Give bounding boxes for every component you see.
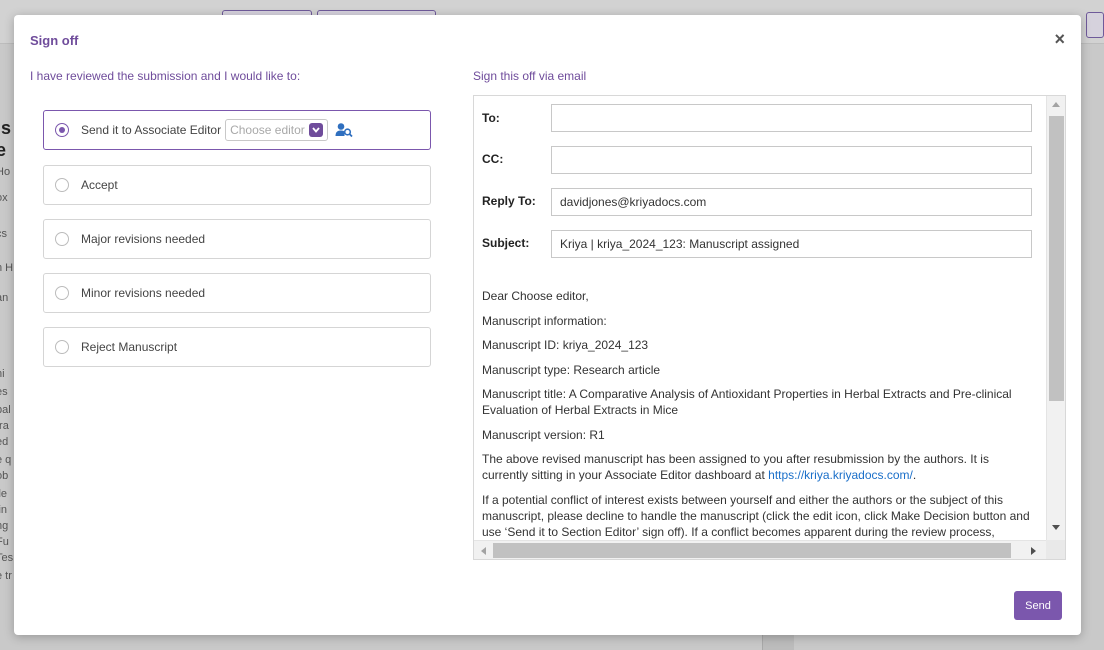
background-text-fragment: es: [0, 386, 8, 398]
background-text-fragment: ob: [0, 470, 9, 482]
scroll-down-icon[interactable]: [1052, 525, 1060, 530]
radio-button[interactable]: [55, 232, 69, 246]
background-text-fragment: ni: [0, 368, 5, 380]
background-text-fragment: ed: [0, 436, 9, 448]
background-left-column: ise Ho ox cs n H an ni es pal tra ed e q ob ile lin ng F…: [0, 44, 14, 650]
option-label: Accept: [81, 178, 118, 192]
close-icon[interactable]: ×: [1054, 30, 1065, 48]
email-heading: Sign this off via email: [473, 69, 587, 83]
background-text-fragment: Tes: [0, 552, 14, 564]
background-text-fragment: Ho: [0, 166, 11, 178]
horizontal-scrollbar[interactable]: [474, 540, 1047, 559]
option-minor-revisions[interactable]: Minor revisions needed: [43, 273, 431, 313]
background-text-fragment: e tr: [0, 570, 12, 582]
subject-field[interactable]: Kriya | kriya_2024_123: Manuscript assig…: [551, 230, 1032, 258]
dashboard-link[interactable]: https://kriya.kriyadocs.com/: [768, 468, 913, 482]
background-text-fragment: lin: [0, 504, 8, 516]
background-text-fragment: e: [0, 140, 7, 160]
email-paragraph-1-end: .: [912, 468, 917, 482]
background-text-fragment: n H: [0, 262, 14, 274]
send-button[interactable]: Send: [1014, 591, 1062, 620]
background-text-fragment: ng: [0, 520, 9, 532]
scroll-right-icon[interactable]: [1031, 547, 1036, 555]
background-text-fragment: pal: [0, 404, 11, 416]
scrollbar-corner: [1046, 540, 1065, 559]
option-send-to-associate-editor[interactable]: Send it to Associate Editor Choose edito…: [43, 110, 431, 150]
background-text-fragment: ile: [0, 488, 8, 500]
option-major-revisions[interactable]: Major revisions needed: [43, 219, 431, 259]
email-paragraph-2: If a potential conflict of interest exis…: [482, 493, 1030, 539]
chevron-down-icon: [309, 123, 324, 137]
email-ms-title: Manuscript title: A Comparative Analysis…: [482, 387, 1012, 417]
radio-button[interactable]: [55, 123, 69, 137]
to-label: To:: [482, 111, 500, 125]
option-label: Major revisions needed: [81, 232, 206, 246]
background-text-fragment: cs: [0, 228, 7, 240]
decision-heading: I have reviewed the submission and I wou…: [30, 69, 301, 83]
sign-off-modal: Sign off × I have reviewed the submissio…: [14, 15, 1081, 635]
scroll-up-icon[interactable]: [1052, 102, 1060, 107]
email-info-heading: Manuscript information:: [482, 314, 607, 328]
email-ms-type: Manuscript type: Research article: [482, 363, 661, 377]
cc-field[interactable]: [551, 146, 1032, 174]
vertical-scroll-thumb[interactable]: [1049, 116, 1064, 401]
vertical-scrollbar[interactable]: [1046, 96, 1065, 541]
email-greeting: Dear Choose editor,: [482, 289, 589, 303]
background-text-fragment: an: [0, 292, 9, 304]
radio-button[interactable]: [55, 178, 69, 192]
choose-editor-placeholder: Choose editor: [230, 123, 305, 137]
horizontal-scroll-thumb[interactable]: [493, 543, 1011, 558]
background-text-fragment: ox: [0, 192, 8, 204]
email-ms-version: Manuscript version: R1: [482, 428, 605, 442]
radio-button[interactable]: [55, 286, 69, 300]
scroll-left-icon[interactable]: [481, 547, 486, 555]
user-search-icon[interactable]: [335, 122, 353, 138]
reply-to-field[interactable]: davidjones@kriyadocs.com: [551, 188, 1032, 216]
option-accept[interactable]: Accept: [43, 165, 431, 205]
option-label: Minor revisions needed: [81, 286, 206, 300]
option-reject[interactable]: Reject Manuscript: [43, 327, 431, 367]
option-label: Reject Manuscript: [81, 340, 178, 354]
background-text-fragment: is: [0, 118, 12, 138]
email-ms-id: Manuscript ID: kriya_2024_123: [482, 338, 649, 352]
subject-label: Subject:: [482, 236, 530, 250]
email-content: To: CC: Reply To: davidjones@kriyadocs.c…: [474, 96, 1047, 541]
to-field[interactable]: [551, 104, 1032, 132]
background-text-fragment: e q: [0, 454, 12, 466]
email-paragraph-1: The above revised manuscript has been as…: [482, 451, 1037, 483]
background-corner-button: [1086, 12, 1104, 38]
radio-button[interactable]: [55, 340, 69, 354]
background-text-fragment: Fu: [0, 536, 9, 548]
background-text-fragment: tra: [0, 420, 9, 432]
modal-title: Sign off: [30, 33, 79, 48]
reply-to-label: Reply To:: [482, 194, 536, 208]
cc-label: CC:: [482, 152, 504, 166]
email-panel[interactable]: To: CC: Reply To: davidjones@kriyadocs.c…: [473, 95, 1066, 560]
choose-editor-select[interactable]: Choose editor: [225, 119, 329, 141]
option-label: Send it to Associate Editor: [81, 123, 222, 137]
